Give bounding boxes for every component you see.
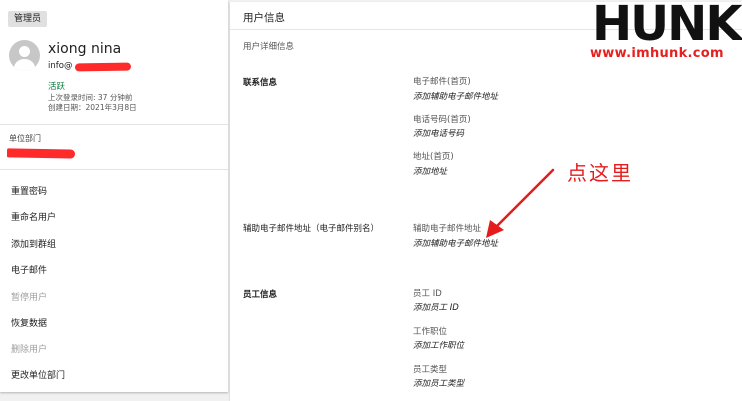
suspend-user-item[interactable]: 暂停用户 [11, 290, 47, 303]
home-phone-label: 电话号码(首页) [413, 115, 471, 125]
employee-id-label: 员工 ID [413, 289, 442, 299]
employee-type-label: 员工类型 [413, 365, 448, 375]
add-employee-type-link[interactable]: 添加员工类型 [413, 377, 464, 389]
admin-role-badge: 管理员 [8, 11, 48, 27]
email-alias-section-label: 辅助电子邮件地址（电子邮件别名） [243, 224, 380, 234]
user-email: info@ [48, 61, 73, 71]
avatar [9, 40, 40, 71]
hunk-url: www.imhunk.com [590, 46, 724, 61]
add-address-link[interactable]: 添加地址 [413, 165, 447, 177]
user-details-subtitle: 用户详细信息 [243, 42, 295, 52]
user-summary-card: 管理员 xiong nina info@ 活跃 上次登录时间: 37 分钟前 创… [0, 0, 228, 392]
status-active: 活跃 [48, 82, 66, 92]
click-here-annotation: 点这里 [567, 161, 633, 185]
org-unit-redaction-mark [6, 148, 76, 159]
org-unit-label: 单位部门 [9, 134, 41, 143]
avatar-body-icon [14, 59, 35, 71]
secondary-email-label: 辅助电子邮件地址 [413, 224, 482, 234]
restore-data-item[interactable]: 恢复数据 [11, 316, 47, 329]
add-phone-link[interactable]: 添加电话号码 [413, 127, 464, 139]
add-secondary-email-link[interactable]: 添加辅助电子邮件地址 [413, 90, 498, 102]
user-name: xiong nina [48, 41, 122, 57]
change-org-unit-item[interactable]: 更改单位部门 [11, 368, 65, 381]
job-title-label: 工作职位 [413, 327, 448, 337]
employee-info-section-label: 员工信息 [243, 290, 278, 300]
page-title: 用户信息 [243, 12, 285, 24]
rename-user-item[interactable]: 重命名用户 [11, 210, 56, 223]
email-redaction-mark [74, 62, 132, 72]
user-info-panel: 用户信息 用户详细信息 联系信息 电子邮件(首页) 添加辅助电子邮件地址 电话号… [230, 2, 742, 401]
hunk-logo: HUNK [592, 0, 742, 52]
home-email-label: 电子邮件(首页) [413, 77, 471, 87]
delete-user-item[interactable]: 删除用户 [11, 342, 47, 355]
avatar-head-icon [19, 46, 30, 57]
home-address-label: 地址(首页) [413, 152, 454, 162]
add-job-title-link[interactable]: 添加工作职位 [413, 339, 464, 351]
divider [0, 169, 228, 170]
contact-info-section-label: 联系信息 [243, 78, 278, 88]
add-to-group-item[interactable]: 添加到群组 [11, 237, 56, 250]
email-item[interactable]: 电子邮件 [11, 263, 47, 276]
created-date: 创建日期：2021年3月8日 [48, 103, 137, 112]
add-employee-id-link[interactable]: 添加员工 ID [413, 301, 459, 313]
add-alias-email-link[interactable]: 添加辅助电子邮件地址 [413, 237, 498, 249]
divider [0, 124, 228, 125]
reset-password-item[interactable]: 重置密码 [11, 184, 47, 197]
